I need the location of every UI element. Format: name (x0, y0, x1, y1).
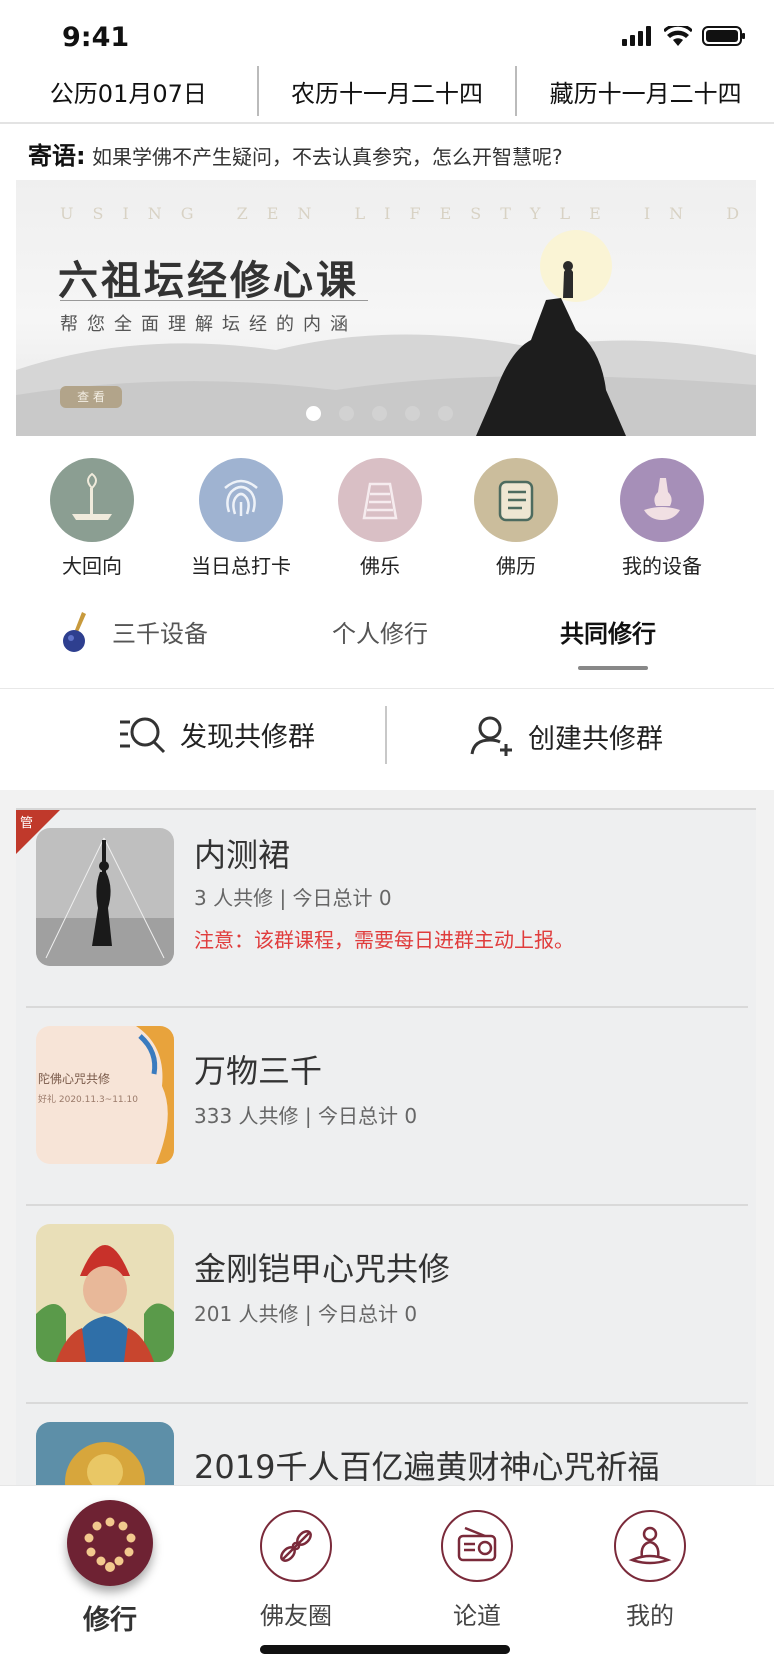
date-row: 公历01月07日 农历十一月二十四 藏历十一月二十四 (0, 60, 774, 124)
nav-label: 我的 (626, 1602, 674, 1630)
group-stats: 3 人共修 | 今日总计 0 (194, 886, 392, 910)
mala-device-icon (63, 612, 86, 652)
banner-title: 六祖坛经修心课 (58, 257, 359, 304)
group-list: 管 内测裙 3 人共修 | 今日总计 0 注意：该群课程，需要每日进群主动上报。 (0, 790, 774, 1485)
banner-dot[interactable] (339, 406, 354, 421)
action-divider (385, 706, 387, 764)
shortcut-buddhist-calendar[interactable]: 佛历 (446, 458, 586, 579)
nav-label: 佛友圈 (260, 1602, 332, 1630)
shortcut-buddhist-music[interactable]: 佛乐 (310, 458, 450, 579)
tabs-divider (0, 688, 774, 689)
group-stats: 201 人共修 | 今日总计 0 (194, 1302, 418, 1326)
nav-label: 修行 (83, 1605, 137, 1636)
signal-icon (622, 26, 651, 46)
discover-group-label: 发现共修群 (180, 721, 315, 753)
group-thumbnail: 陀佛心咒共修 好礼 2020.11.3~11.10 (36, 1026, 174, 1164)
practice-tabs: 三千设备 个人修行 共同修行 (0, 600, 774, 670)
music-player-icon (338, 458, 422, 542)
discover-group-button[interactable]: 发现共修群 (118, 714, 315, 754)
wifi-icon (664, 26, 692, 46)
search-list-icon (120, 717, 166, 754)
banner-divider (60, 300, 368, 301)
active-tab-indicator (578, 666, 648, 670)
battery-icon (702, 26, 745, 46)
tab-group-practice[interactable]: 共同修行 (560, 614, 656, 649)
group-thumbnail (36, 1422, 174, 1485)
status-bar: 9:41 (0, 0, 774, 60)
group-name: 金刚铠甲心咒共修 (194, 1250, 451, 1288)
banner-english-line: USING ZEN LIFESTYLE IN DAILY LIFE (60, 204, 756, 223)
thumbnail-caption: 陀佛心咒共修 (38, 1072, 111, 1086)
shortcut-daily-checkin[interactable]: 当日总打卡 (171, 458, 311, 579)
status-time: 9:41 (62, 22, 130, 53)
banner-dot[interactable] (306, 406, 321, 421)
group-thumbnail (36, 828, 174, 966)
tibetan-date: 藏历十一月二十四 (549, 79, 742, 108)
group-name: 内测裙 (194, 836, 291, 874)
shortcut-dedication[interactable]: 大回向 (22, 458, 162, 579)
group-stats: 333 人共修 | 今日总计 0 (194, 1104, 418, 1128)
banner-dot[interactable] (372, 406, 387, 421)
daily-motto: 寄语: 如果学佛不产生疑问，不去认真参究，怎么开智慧呢? (28, 136, 563, 171)
nav-practice[interactable]: 修行 (40, 1500, 180, 1637)
thumbnail-caption: 好礼 2020.11.3~11.10 (38, 1095, 138, 1105)
vajra-icon (260, 1510, 332, 1582)
banner-dot[interactable] (438, 406, 453, 421)
group-list-card: 管 内测裙 3 人共修 | 今日总计 0 注意：该群课程，需要每日进群主动上报。 (16, 808, 756, 1485)
banner-dot[interactable] (405, 406, 420, 421)
shortcut-label: 佛乐 (360, 554, 400, 578)
bottom-navigation: 修行 佛友圈 论道 我的 (0, 1485, 774, 1670)
group-name: 2019千人百亿遍黄财神心咒祈福 (194, 1448, 660, 1485)
banner-pagination (306, 406, 453, 421)
calendar-list-icon (474, 458, 558, 542)
nav-label: 论道 (453, 1602, 501, 1630)
gregorian-date: 公历01月07日 (49, 79, 207, 108)
prayer-beads-icon (67, 1500, 153, 1586)
incense-icon (50, 458, 134, 542)
tab-devices[interactable]: 三千设备 (112, 614, 208, 649)
status-icons (622, 26, 746, 46)
lunar-date: 农历十一月二十四 (291, 79, 483, 108)
create-group-label: 创建共修群 (528, 723, 663, 755)
motto-label: 寄语: (28, 142, 86, 170)
group-name: 万物三千 (194, 1052, 323, 1090)
meditating-figure-icon (614, 1510, 686, 1582)
group-row[interactable]: 管 内测裙 3 人共修 | 今日总计 0 注意：该群课程，需要每日进群主动上报。 (16, 810, 756, 1006)
group-row[interactable]: 陀佛心咒共修 好礼 2020.11.3~11.10 万物三千 333 人共修 |… (16, 1008, 756, 1204)
tab-personal-practice[interactable]: 个人修行 (332, 614, 428, 649)
group-row[interactable]: 金刚铠甲心咒共修 201 人共修 | 今日总计 0 (16, 1206, 756, 1402)
fingerprint-icon (199, 458, 283, 542)
banner-view-button[interactable]: 查 看 (60, 386, 122, 408)
group-notice: 注意：该群课程，需要每日进群主动上报。 (194, 928, 574, 952)
shortcut-label: 我的设备 (622, 554, 702, 578)
radio-icon (441, 1510, 513, 1582)
nav-buddy-circle[interactable]: 佛友圈 (226, 1510, 366, 1631)
admin-badge-label: 管 (20, 816, 34, 831)
shortcut-my-devices[interactable]: 我的设备 (592, 458, 732, 579)
vase-hand-icon (620, 458, 704, 542)
banner-subtitle: 帮您全面理解坛经的内涵 (60, 314, 357, 335)
shortcut-grid: 大回向 当日总打卡 佛乐 佛历 我的设备 (0, 458, 774, 578)
nav-discussion[interactable]: 论道 (407, 1510, 547, 1631)
shortcut-label: 佛历 (496, 554, 536, 578)
group-row[interactable]: 2019千人百亿遍黄财神心咒祈福 (16, 1404, 756, 1485)
home-indicator[interactable] (260, 1645, 510, 1654)
create-group-button[interactable]: 创建共修群 (470, 714, 663, 758)
shortcut-label: 当日总打卡 (191, 554, 291, 578)
shortcut-label: 大回向 (62, 554, 122, 578)
motto-text: 如果学佛不产生疑问，不去认真参究，怎么开智慧呢? (91, 145, 563, 169)
nav-profile[interactable]: 我的 (580, 1510, 720, 1631)
promo-banner[interactable]: USING ZEN LIFESTYLE IN DAILY LIFE 六祖坛经修心… (16, 180, 756, 436)
group-thumbnail (36, 1224, 174, 1362)
add-user-icon (470, 716, 512, 756)
group-actions: 发现共修群 创建共修群 (0, 690, 774, 790)
